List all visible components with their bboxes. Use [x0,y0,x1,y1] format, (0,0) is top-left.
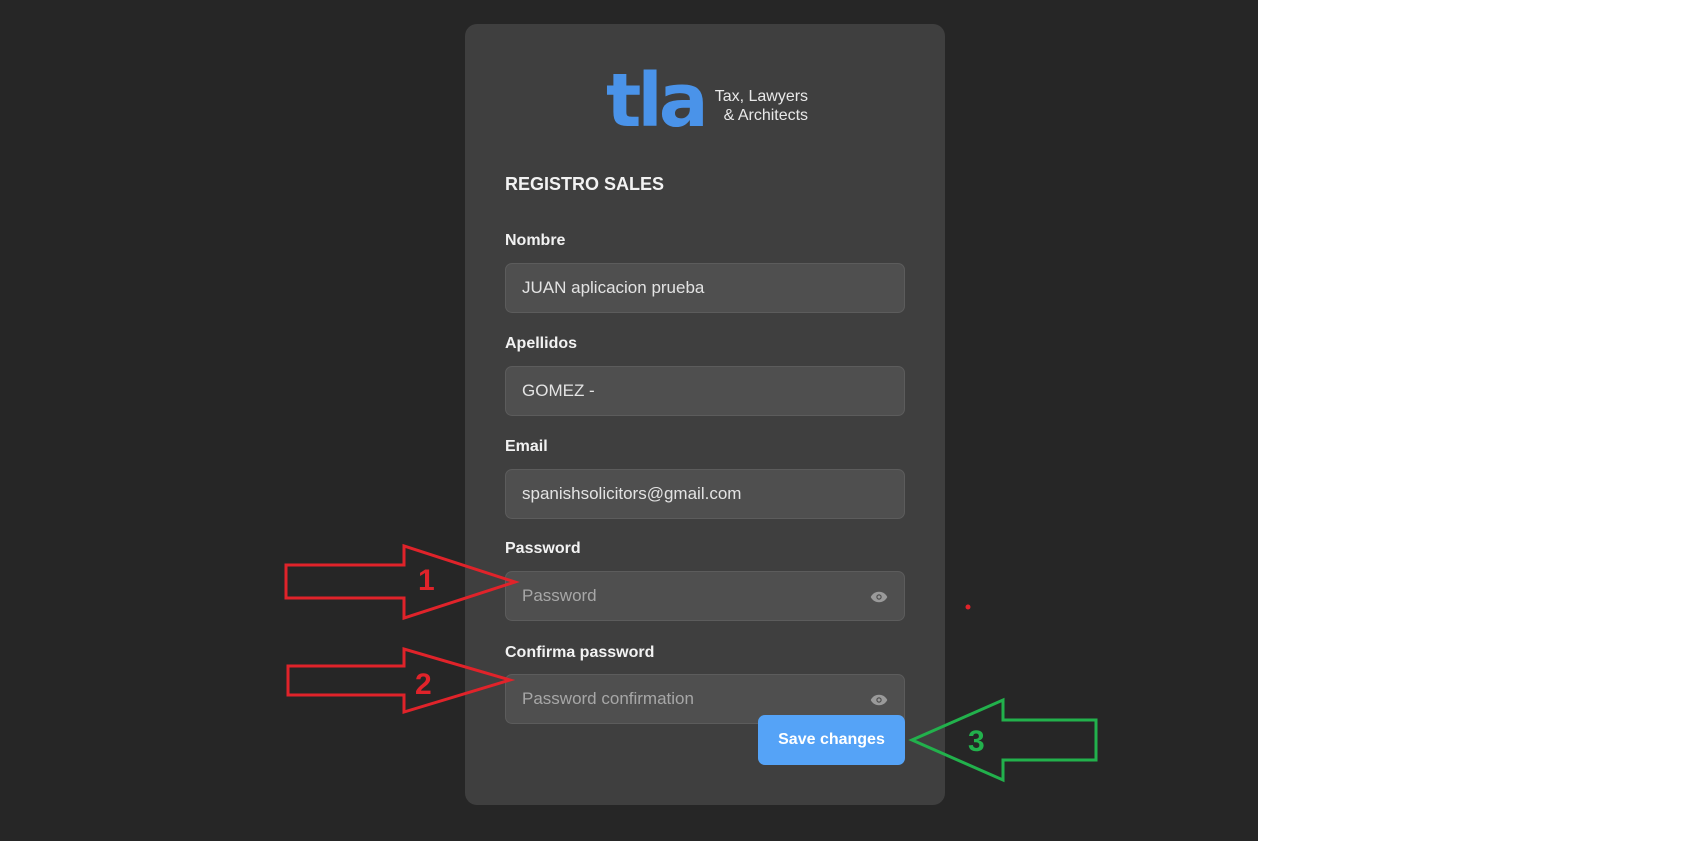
registration-card: tla Tax, Lawyers & Architects REGISTRO S… [465,24,945,805]
logo-mark: tla [606,58,709,144]
eye-icon[interactable] [870,691,888,709]
email-label: Email [505,438,548,455]
logo-tagline: Tax, Lawyers & Architects [715,87,808,125]
nombre-field[interactable] [505,263,905,313]
confirm-password-label: Confirma password [505,644,655,661]
password-input[interactable] [506,572,904,620]
email-field[interactable] [505,469,905,519]
eye-icon[interactable] [870,588,888,606]
save-button[interactable]: Save changes [758,715,905,765]
blank-area [1258,0,1695,841]
nombre-label: Nombre [505,232,566,249]
apellidos-field[interactable] [505,366,905,416]
form-title: REGISTRO SALES [505,174,665,194]
nombre-input[interactable] [506,264,904,312]
apellidos-input[interactable] [506,367,904,415]
company-logo: tla Tax, Lawyers & Architects [606,58,808,146]
logo-tagline-line2: & Architects [723,107,809,124]
email-input[interactable] [506,470,904,518]
password-field[interactable] [505,571,905,621]
logo-tagline-line1: Tax, Lawyers [714,88,809,105]
password-label: Password [505,540,581,557]
apellidos-label: Apellidos [505,335,578,352]
